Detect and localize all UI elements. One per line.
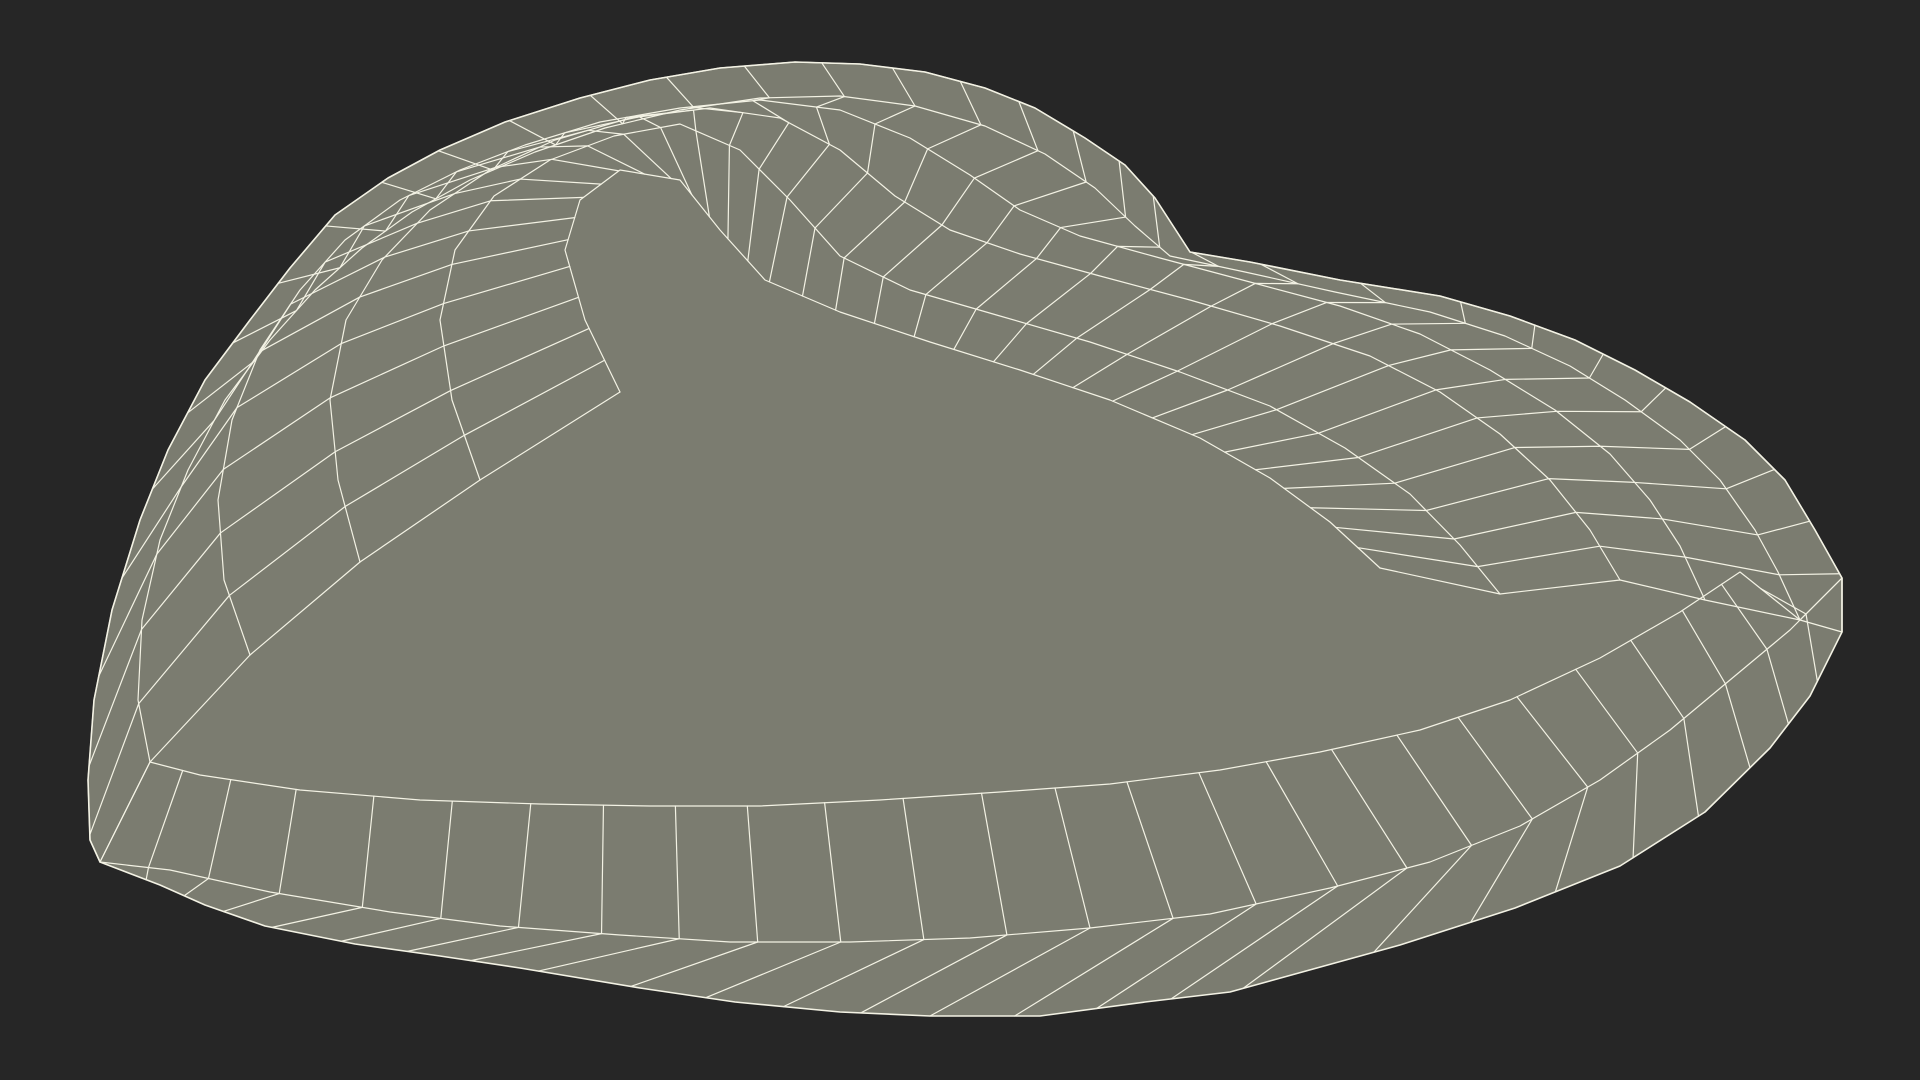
viewport — [0, 0, 1920, 1080]
heart-mesh-render — [87, 61, 1843, 1017]
heart-mesh-surface — [88, 62, 1842, 1016]
